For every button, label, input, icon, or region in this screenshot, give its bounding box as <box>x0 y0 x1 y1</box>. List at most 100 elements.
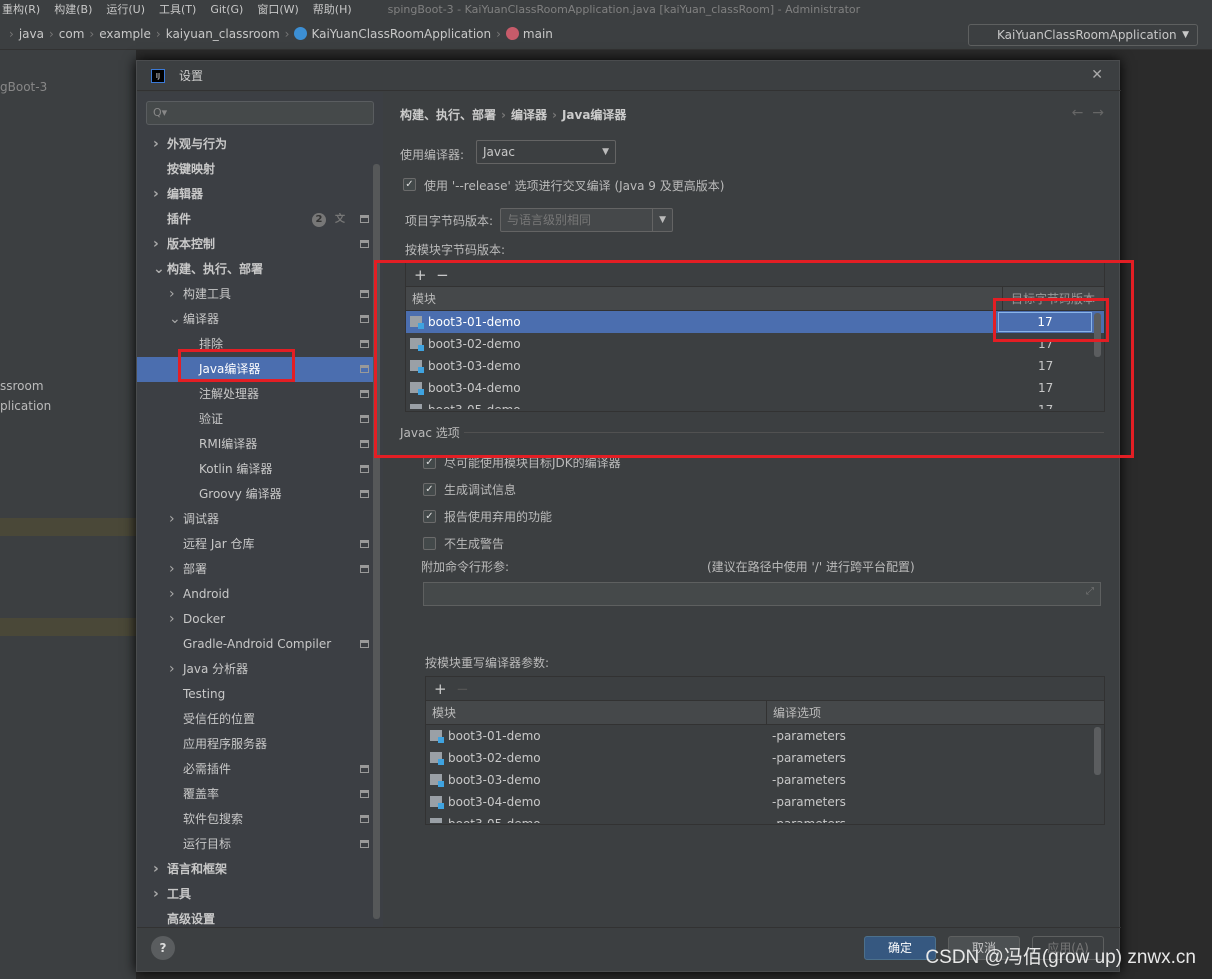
sidebar-item[interactable]: 按键映射 <box>137 157 375 182</box>
bytecode-select[interactable]: 与语言级别相同 ▼ <box>500 208 673 232</box>
remove-icon[interactable]: − <box>456 680 469 698</box>
override-label: 按模块重写编译器参数: <box>425 656 550 670</box>
chevron-right-icon[interactable]: › <box>169 657 175 682</box>
chevron-right-icon[interactable]: › <box>169 582 175 607</box>
sidebar-item[interactable]: › Android <box>137 582 375 607</box>
row-value[interactable]: -parameters <box>772 813 846 823</box>
table-row[interactable]: boot3-03-demo -parameters <box>426 769 1104 791</box>
menu-item[interactable]: 运行(U) <box>106 1 145 17</box>
chevron-right-icon[interactable]: › <box>153 857 159 882</box>
project-line: ssroom <box>0 379 44 393</box>
sidebar-item-label: 应用程序服务器 <box>183 737 268 751</box>
sidebar-item-label: 覆盖率 <box>183 787 220 801</box>
sidebar-item[interactable]: › 版本控制 <box>137 232 375 257</box>
sidebar-item-label: 工具 <box>167 887 192 901</box>
back-forward-arrows[interactable]: ← → <box>1072 105 1104 121</box>
menu-item[interactable]: 工具(T) <box>159 1 196 17</box>
sidebar-item[interactable]: 运行目标 <box>137 832 375 857</box>
chevron-down-icon[interactable]: ⌄ <box>153 257 165 282</box>
expand-icon[interactable]: ⤢ <box>1086 586 1094 597</box>
run-config-select[interactable]: KaiYuanClassRoomApplication ▼ <box>968 24 1198 46</box>
project-line: plication <box>0 399 52 413</box>
table-row[interactable]: boot3-01-demo -parameters <box>426 725 1104 747</box>
menu-item[interactable]: Git(G) <box>210 3 243 16</box>
sidebar-item-label: 必需插件 <box>183 762 232 776</box>
sidebar-item[interactable]: › 部署 <box>137 557 375 582</box>
option-checkbox[interactable]: ✓ <box>423 510 436 523</box>
sidebar-item[interactable]: 远程 Jar 仓库 <box>137 532 375 557</box>
settings-search-input[interactable]: Q▾ <box>146 101 374 125</box>
sidebar-item[interactable]: 高级设置 <box>137 907 375 927</box>
breadcrumb-item[interactable]: kaiyuan_classroom <box>166 27 280 41</box>
breadcrumb-item[interactable]: KaiYuanClassRoomApplication <box>311 27 491 41</box>
menu-item[interactable]: 帮助(H) <box>313 1 352 17</box>
sidebar-item[interactable]: Groovy 编译器 <box>137 482 375 507</box>
sidebar-item[interactable]: Kotlin 编译器 <box>137 457 375 482</box>
sidebar-item[interactable]: 注解处理器 <box>137 382 375 407</box>
chevron-right-icon: › <box>9 26 14 41</box>
table-scrollbar[interactable] <box>1094 727 1101 775</box>
row-value[interactable]: -parameters <box>772 791 846 813</box>
breadcrumb-item[interactable]: java <box>19 27 44 41</box>
menu-item[interactable]: 窗口(W) <box>257 1 298 17</box>
sidebar-item[interactable]: › Java 分析器 <box>137 657 375 682</box>
annotation-box <box>178 349 295 382</box>
table-toolbar: + − <box>426 677 1104 701</box>
sidebar-item[interactable]: › 构建工具 <box>137 282 375 307</box>
sidebar-item[interactable]: › 调试器 <box>137 507 375 532</box>
row-value[interactable]: -parameters <box>772 725 846 747</box>
sidebar-item[interactable]: Gradle-Android Compiler <box>137 632 375 657</box>
sidebar-item[interactable]: 覆盖率 <box>137 782 375 807</box>
table-row[interactable]: boot3-02-demo -parameters <box>426 747 1104 769</box>
row-value[interactable]: -parameters <box>772 769 846 791</box>
close-icon[interactable]: ✕ <box>1091 67 1103 83</box>
menu-item[interactable]: 构建(B) <box>54 1 92 17</box>
sidebar-item-label: Gradle-Android Compiler <box>183 637 332 651</box>
sidebar-item[interactable]: 受信任的位置 <box>137 707 375 732</box>
chevron-down-icon[interactable]: ⌄ <box>169 307 181 332</box>
table-row[interactable]: boot3-04-demo -parameters <box>426 791 1104 813</box>
chevron-right-icon[interactable]: › <box>169 557 175 582</box>
chevron-right-icon: › <box>496 26 501 41</box>
sidebar-item[interactable]: › Docker <box>137 607 375 632</box>
sidebar-item[interactable]: 验证 <box>137 407 375 432</box>
row-value[interactable]: -parameters <box>772 747 846 769</box>
sidebar-item[interactable]: 应用程序服务器 <box>137 732 375 757</box>
sidebar-item[interactable]: ⌄ 构建、执行、部署 <box>137 257 375 282</box>
sidebar-item[interactable]: RMI编译器 <box>137 432 375 457</box>
project-level-icon <box>360 790 369 798</box>
breadcrumb-item[interactable]: com <box>59 27 85 41</box>
module-name: boot3-03-demo <box>448 773 541 787</box>
breadcrumb-item[interactable]: main <box>523 27 553 41</box>
cmd-args-input[interactable]: ⤢ <box>423 582 1101 606</box>
sidebar-item[interactable]: 软件包搜索 <box>137 807 375 832</box>
menu-item[interactable]: 重构(R) <box>2 1 40 17</box>
sidebar-item[interactable]: › 工具 <box>137 882 375 907</box>
chevron-right-icon[interactable]: › <box>153 132 159 157</box>
option-checkbox[interactable] <box>423 537 436 550</box>
chevron-right-icon[interactable]: › <box>169 507 175 532</box>
release-option-checkbox[interactable]: ✓ <box>403 178 416 191</box>
sidebar-item[interactable]: › 语言和框架 <box>137 857 375 882</box>
dialog-title: 设置 <box>179 69 204 83</box>
sidebar-item[interactable]: ⌄ 编译器 <box>137 307 375 332</box>
chevron-right-icon[interactable]: › <box>153 882 159 907</box>
sidebar-item-label: 软件包搜索 <box>183 812 244 826</box>
sidebar-item[interactable]: 必需插件 <box>137 757 375 782</box>
chevron-right-icon[interactable]: › <box>153 232 159 257</box>
add-icon[interactable]: + <box>434 680 447 698</box>
chevron-right-icon[interactable]: › <box>169 607 175 632</box>
chevron-right-icon[interactable]: › <box>169 282 175 307</box>
option-checkbox[interactable]: ✓ <box>423 483 436 496</box>
breadcrumb-item[interactable]: example <box>99 27 151 41</box>
table-row[interactable]: boot3-05-demo -parameters <box>426 813 1104 823</box>
help-button[interactable]: ? <box>151 936 175 960</box>
sidebar-item-label: Groovy 编译器 <box>199 487 282 501</box>
sidebar-item-label: 验证 <box>199 412 224 426</box>
sidebar-item[interactable]: 插件 2 文 <box>137 207 375 232</box>
sidebar-item[interactable]: › 外观与行为 <box>137 132 375 157</box>
compiler-select[interactable]: Javac ▼ <box>476 140 616 164</box>
chevron-right-icon[interactable]: › <box>153 182 159 207</box>
sidebar-item[interactable]: Testing <box>137 682 375 707</box>
sidebar-item[interactable]: › 编辑器 <box>137 182 375 207</box>
